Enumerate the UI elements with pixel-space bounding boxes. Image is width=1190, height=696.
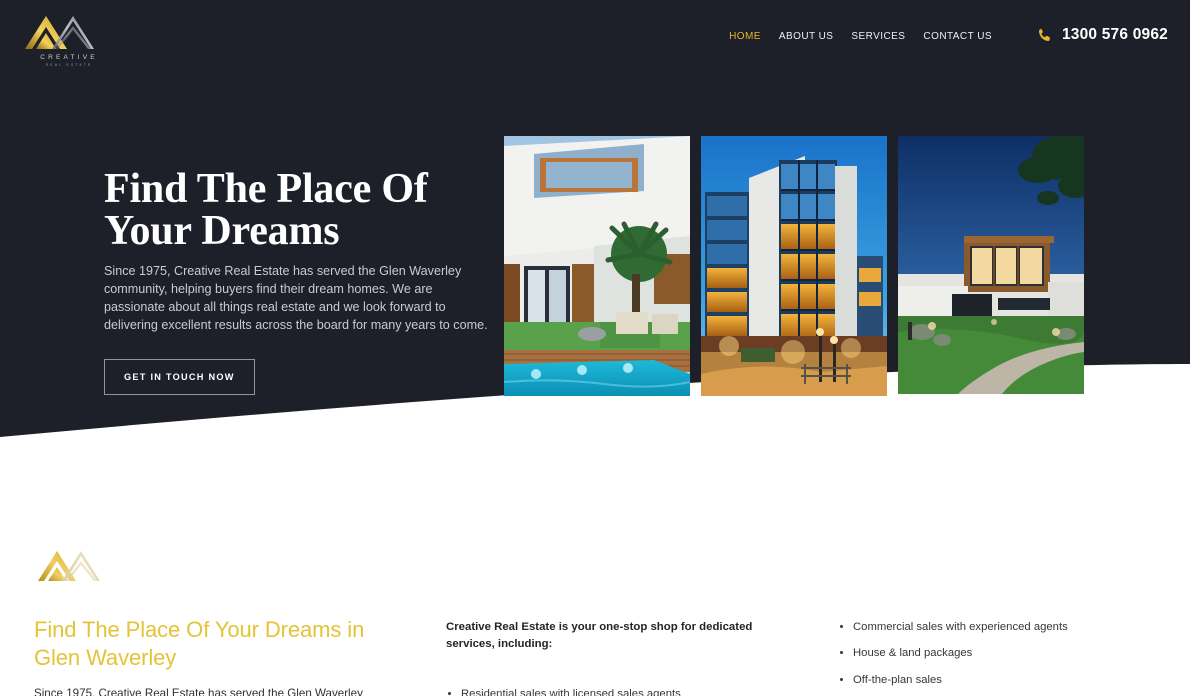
about-title: Find The Place Of Your Dreams in Glen Wa… <box>34 617 365 671</box>
about-paragraph: Since 1975, Creative Real Estate has ser… <box>34 687 363 696</box>
list-item: Residential sales with licensed sales ag… <box>446 686 756 696</box>
services-column-left: Creative Real Estate is your one-stop sh… <box>446 619 756 696</box>
nav-item-home[interactable]: HOME <box>720 31 770 42</box>
site-header: CREATIVE REAL ESTATE HOME ABOUT US SERVI… <box>0 0 1190 78</box>
get-in-touch-button[interactable]: GET IN TOUCH NOW <box>104 358 255 395</box>
phone-icon <box>1038 28 1050 41</box>
logo-tagline: REAL ESTATE <box>45 63 93 67</box>
phone-number: 1300 576 0962 <box>1061 26 1168 43</box>
site-logo[interactable]: CREATIVE REAL ESTATE <box>22 8 116 70</box>
list-item: Off-the-plan sales <box>838 672 1168 688</box>
nav-item-about-us[interactable]: ABOUT US <box>770 31 843 42</box>
logo-wordmark: CREATIVE <box>40 54 98 61</box>
hero-copy: Find The Place Of Your Dreams Since 1975… <box>104 168 504 395</box>
nav-item-services[interactable]: SERVICES <box>842 31 914 42</box>
mountain-roof-logo-icon <box>38 551 100 581</box>
hero-title: Find The Place Of Your Dreams <box>104 166 428 254</box>
list-item: House & land packages <box>838 645 1168 661</box>
services-list-left: Residential sales with licensed sales ag… <box>446 686 756 696</box>
hero-image-apartment-building[interactable] <box>701 136 887 396</box>
hero-image-house-with-pool[interactable] <box>504 136 690 396</box>
hero-paragraph: Since 1975, Creative Real Estate has ser… <box>104 264 488 332</box>
mountain-roof-logo-icon <box>25 16 94 49</box>
services-lead-text: Creative Real Estate is your one-stop sh… <box>446 621 753 650</box>
main-navigation: HOME ABOUT US SERVICES CONTACT US <box>720 31 1001 42</box>
hero-image-timber-home[interactable] <box>898 136 1084 394</box>
hero-section: CREATIVE REAL ESTATE HOME ABOUT US SERVI… <box>0 0 1190 450</box>
header-phone[interactable]: 1300 576 0962 <box>1036 26 1168 44</box>
services-column-right: Commercial sales with experienced agents… <box>838 619 1168 696</box>
nav-item-contact-us[interactable]: CONTACT US <box>914 31 1001 42</box>
about-section: Find The Place Of Your Dreams in Glen Wa… <box>0 450 1190 696</box>
list-item: Commercial sales with experienced agents <box>838 619 1168 635</box>
services-list-right: Commercial sales with experienced agents… <box>838 619 1168 696</box>
